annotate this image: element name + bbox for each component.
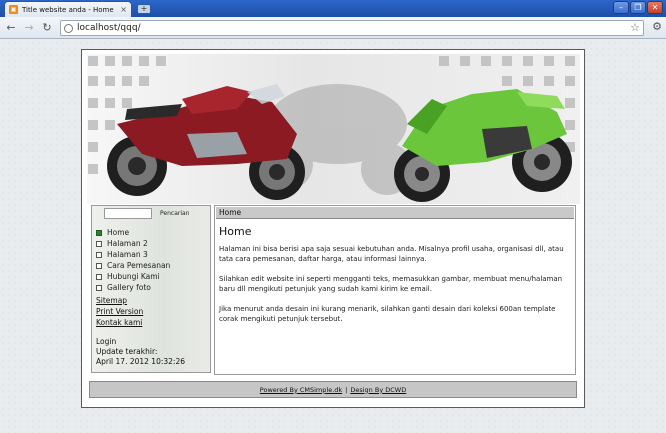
page-viewport: Pencarian Home Halaman 2 Halaman 3 Cara … — [0, 40, 666, 433]
paragraph: Halaman ini bisa berisi apa saja sesuai … — [219, 245, 564, 263]
menu-label: Home — [107, 228, 130, 237]
address-bar[interactable]: localhost/qqq/ ☆ — [60, 20, 644, 36]
paragraph: Silahkan edit website ini seperti mengga… — [219, 275, 563, 293]
url-text: localhost/qqq/ — [77, 23, 141, 33]
update-label: Update terakhir: — [96, 347, 158, 356]
contact-link[interactable]: Kontak kami — [96, 317, 143, 328]
bullet-icon — [96, 262, 102, 269]
powered-by-link[interactable]: Powered By CMSimple.dk — [260, 386, 342, 394]
minimize-button[interactable]: – — [613, 1, 629, 14]
sitemap-link[interactable]: Sitemap — [96, 295, 143, 306]
main-content: Home Home Halaman ini bisa berisi apa sa… — [214, 205, 576, 375]
motorcycles-image — [88, 56, 575, 202]
footer-separator: | — [345, 385, 348, 394]
back-icon[interactable]: ← — [4, 21, 18, 34]
star-icon[interactable]: ☆ — [630, 21, 640, 34]
sidebar-links: Sitemap Print Version Kontak kami — [96, 295, 143, 328]
bullet-icon — [96, 284, 102, 291]
update-date: April 17. 2012 10:32:26 — [96, 357, 185, 366]
page-title: Home — [219, 225, 252, 238]
content-body: Halaman ini bisa berisi apa saja sesuai … — [219, 244, 569, 334]
site-container: Pencarian Home Halaman 2 Halaman 3 Cara … — [81, 49, 585, 408]
search-label: Pencarian — [160, 210, 190, 217]
menu-label: Hubungi Kami — [107, 272, 160, 281]
wrench-icon[interactable]: ⚙ — [652, 20, 662, 33]
header-banner — [87, 54, 580, 204]
paragraph: Jika menurut anda desain ini kurang mena… — [219, 305, 556, 323]
bullet-icon — [96, 273, 102, 280]
menu-label: Cara Pemesanan — [107, 261, 171, 270]
menu-item-hubungi-kami[interactable]: Hubungi Kami — [96, 271, 170, 282]
menu-item-cara-pemesanan[interactable]: Cara Pemesanan — [96, 260, 170, 271]
bullet-icon — [96, 251, 102, 258]
browser-tab[interactable]: ▣ Title website anda - Home × — [4, 1, 132, 17]
breadcrumb: Home — [216, 207, 574, 219]
menu-item-halaman-2[interactable]: Halaman 2 — [96, 238, 170, 249]
menu-label: Halaman 2 — [107, 239, 148, 248]
login-block: Login Update terakhir: April 17. 2012 10… — [96, 337, 185, 367]
window-titlebar: ▣ Title website anda - Home × + – ❐ ✕ — [0, 0, 666, 17]
menu-item-gallery-foto[interactable]: Gallery foto — [96, 282, 170, 293]
bullet-icon — [96, 240, 102, 247]
tab-close-icon[interactable]: × — [120, 5, 127, 14]
sidebar: Pencarian Home Halaman 2 Halaman 3 Cara … — [91, 205, 211, 373]
browser-toolbar: ← → ↻ localhost/qqq/ ☆ ⚙ — [0, 17, 666, 39]
menu-label: Gallery foto — [107, 283, 151, 292]
print-version-link[interactable]: Print Version — [96, 306, 143, 317]
new-tab-button[interactable]: + — [137, 4, 151, 14]
close-button[interactable]: ✕ — [647, 1, 663, 14]
reload-icon[interactable]: ↻ — [40, 21, 54, 34]
tab-title: Title website anda - Home — [22, 5, 114, 14]
page-icon — [64, 23, 73, 33]
bullet-icon — [96, 229, 102, 236]
forward-icon[interactable]: → — [22, 21, 36, 34]
sidebar-menu: Home Halaman 2 Halaman 3 Cara Pemesanan … — [96, 227, 170, 293]
favicon-icon: ▣ — [9, 5, 18, 14]
search-input[interactable] — [104, 208, 152, 219]
menu-item-home[interactable]: Home — [96, 227, 170, 238]
maximize-button[interactable]: ❐ — [630, 1, 646, 14]
design-by-link[interactable]: Design By DCWD — [350, 386, 406, 394]
login-link[interactable]: Login — [96, 337, 185, 347]
menu-item-halaman-3[interactable]: Halaman 3 — [96, 249, 170, 260]
footer: Powered By CMSimple.dk | Design By DCWD — [89, 381, 577, 398]
menu-label: Halaman 3 — [107, 250, 148, 259]
